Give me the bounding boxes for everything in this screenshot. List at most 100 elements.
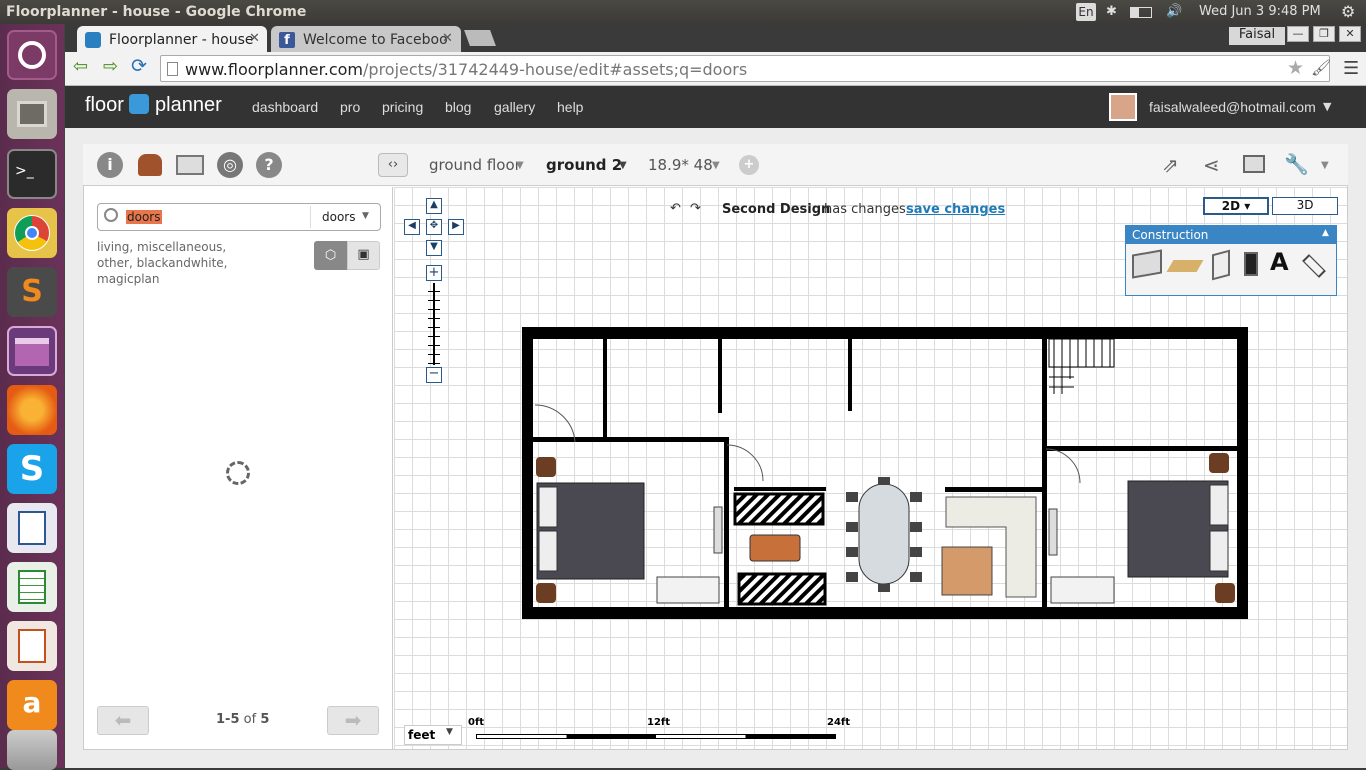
globe-icon[interactable]: ◎ [217, 152, 243, 178]
nav-blog[interactable]: blog [445, 99, 471, 115]
view-2d-icon[interactable]: ▣ [347, 241, 380, 270]
photos-icon[interactable] [176, 155, 204, 175]
tab-close-icon[interactable]: ✕ [249, 31, 260, 46]
nav-pricing[interactable]: pricing [382, 99, 423, 115]
share-icon[interactable]: ⋖ [1203, 153, 1220, 177]
nav-pro[interactable]: pro [340, 99, 360, 115]
system-top-panel: Floorplanner - house - Google Chrome En … [0, 0, 1366, 24]
print-icon[interactable] [1243, 155, 1265, 173]
clock[interactable]: Wed Jun 3 9:48 PM [1199, 4, 1321, 19]
battery-icon[interactable] [1130, 7, 1152, 18]
chevron-down-icon[interactable]: ▼ [516, 160, 524, 171]
back-arrow-icon[interactable]: ⇦ [73, 56, 88, 77]
floor-tab-ground-floor[interactable]: ground floor [429, 156, 521, 174]
terminal-icon[interactable]: >_ [7, 149, 57, 199]
new-tab-button[interactable] [464, 30, 496, 46]
dresser [656, 576, 720, 604]
door-swing [1045, 448, 1081, 484]
north-wall [522, 327, 1247, 339]
close-icon[interactable]: ✕ [1339, 26, 1361, 42]
url-host: www.floorplanner.com [185, 60, 364, 79]
chevron-down-icon[interactable]: ▼ [362, 211, 369, 221]
libreoffice-writer-icon[interactable] [7, 503, 57, 553]
facebook-favicon-icon: f [279, 32, 295, 48]
forward-arrow-icon[interactable]: ⇨ [103, 56, 118, 77]
floorplan-drawing[interactable] [394, 187, 1347, 749]
nav-dashboard[interactable]: dashboard [252, 99, 318, 115]
interior-wall [848, 339, 852, 411]
floor-tab-ground-2[interactable]: ground 2 [546, 156, 622, 174]
help-icon[interactable]: ? [256, 152, 282, 178]
ubuntu-dash-icon[interactable] [7, 30, 57, 80]
libreoffice-calc-icon[interactable] [7, 562, 57, 612]
volume-icon[interactable]: 🔊 [1166, 4, 1182, 19]
south-wall [522, 607, 1247, 619]
chrome-menu-icon[interactable]: ☰ [1343, 58, 1359, 79]
bluetooth-icon[interactable]: ✱ [1106, 4, 1117, 19]
tab-close-icon[interactable]: ✕ [442, 31, 453, 46]
staircase [1048, 338, 1115, 394]
account-dropdown-icon[interactable]: ▼ [1323, 100, 1331, 113]
profile-user-name[interactable]: Faisal [1229, 27, 1285, 45]
pillow [1209, 530, 1229, 572]
divider [310, 206, 311, 228]
minimize-icon[interactable]: — [1287, 26, 1309, 42]
tab-facebook[interactable]: f Welcome to Faceboo [271, 26, 461, 52]
nav-gallery[interactable]: gallery [494, 99, 535, 115]
next-page-button[interactable]: ➡ [327, 706, 379, 735]
chevron-down-icon[interactable]: ▼ [712, 160, 720, 171]
file-manager-icon[interactable] [7, 89, 57, 139]
add-floor-icon[interactable]: + [739, 155, 759, 175]
keyboard-language-indicator[interactable]: En [1076, 3, 1096, 21]
tab-label: Floorplanner - house [109, 32, 254, 48]
logo-text-right: planner [155, 94, 222, 116]
unit-select[interactable]: feet [404, 725, 462, 745]
firefox-icon[interactable] [7, 385, 57, 435]
browser-tab-bar: Floorplanner - house ✕ f Welcome to Face… [65, 24, 1366, 52]
tag-list: living, miscellaneous, other, blackandwh… [97, 240, 228, 286]
coffee-table [749, 534, 801, 562]
export-icon[interactable]: ⇗ [1162, 153, 1179, 177]
info-icon[interactable]: i [97, 152, 123, 178]
floorplanner-logo[interactable]: floor planner [85, 94, 222, 117]
tab-floorplanner[interactable]: Floorplanner - house [77, 26, 267, 52]
settings-gear-icon[interactable]: ⚙ [1341, 2, 1355, 21]
interior-wall [945, 487, 1042, 492]
address-bar[interactable]: www.floorplanner.com/projects/31742449-h… [160, 55, 1331, 82]
view-3d-icon[interactable]: ⬡ [314, 241, 347, 270]
chevron-down-icon[interactable]: ▼ [619, 160, 627, 171]
design-dimensions[interactable]: 18.9* 48 [648, 156, 713, 174]
chrome-icon[interactable] [7, 208, 57, 258]
workspace-switcher-icon[interactable] [7, 730, 57, 770]
logo-text-left: floor [85, 94, 124, 116]
nightstand [536, 457, 556, 477]
account-email[interactable]: faisalwaleed@hotmail.com [1149, 99, 1316, 115]
extension-icon[interactable]: 🖌 [1311, 58, 1331, 77]
sofa [737, 572, 827, 606]
search-box[interactable]: doors doors ▼ [97, 203, 381, 231]
wrench-icon[interactable]: 🔧 [1284, 152, 1309, 176]
category-select[interactable]: doors [322, 210, 356, 224]
chevron-down-icon[interactable]: ▼ [1321, 160, 1329, 171]
page-total: 5 [260, 712, 270, 727]
app-window-icon[interactable] [7, 326, 57, 376]
page-range: 1-5 [216, 712, 240, 727]
avatar[interactable] [1109, 93, 1137, 121]
ottoman [941, 546, 993, 596]
sublime-text-icon[interactable]: S [7, 267, 57, 317]
skype-icon[interactable]: S [7, 444, 57, 494]
prev-page-button[interactable]: ⬅ [97, 706, 149, 735]
door-swing [726, 444, 764, 482]
bookmark-star-icon[interactable]: ★ [1287, 57, 1304, 79]
reload-icon[interactable]: ⟳ [131, 55, 147, 77]
search-input[interactable]: doors [126, 210, 162, 224]
amazon-icon[interactable]: a [7, 680, 57, 730]
furniture-chair-icon[interactable] [138, 154, 162, 176]
floorplan-canvas[interactable]: ▲ ◀ ✥ ▶ ▼ + − ↶ ↷ Second Design has chan… [394, 187, 1347, 749]
libreoffice-impress-icon[interactable] [7, 621, 57, 671]
nav-help[interactable]: help [557, 99, 583, 115]
chevron-down-icon[interactable]: ▼ [446, 727, 453, 737]
dresser [1050, 576, 1115, 604]
maximize-icon[interactable]: ❐ [1313, 26, 1335, 42]
collapse-panel-button[interactable]: ‹› [378, 153, 408, 177]
